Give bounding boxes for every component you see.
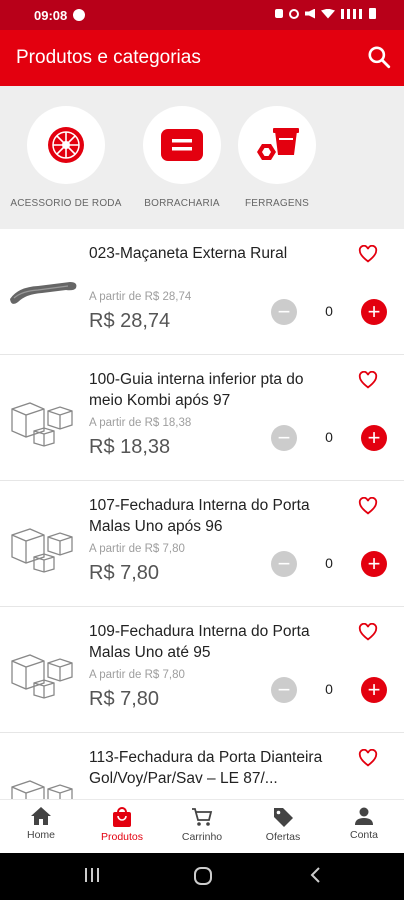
list-item[interactable]: 107-Fechadura Interna do Porta Malas Uno… bbox=[0, 481, 404, 607]
quantity-value: 0 bbox=[325, 303, 333, 319]
plus-button[interactable]: + bbox=[361, 299, 387, 325]
wheel-icon bbox=[48, 127, 84, 163]
quantity-stepper: − 0 + bbox=[271, 551, 387, 577]
product-name: 109-Fechadura Interna do Porta Malas Uno… bbox=[89, 623, 310, 661]
plus-button[interactable]: + bbox=[361, 425, 387, 451]
app-bar: Produtos e categorias bbox=[0, 30, 404, 86]
hardware-icon bbox=[257, 128, 299, 160]
list-item[interactable]: 109-Fechadura Interna do Porta Malas Uno… bbox=[0, 607, 404, 733]
status-bar: 09:08 bbox=[0, 0, 404, 30]
quantity-stepper: − 0 + bbox=[271, 425, 387, 451]
quantity-value: 0 bbox=[325, 555, 333, 571]
nav-produtos[interactable]: Produtos bbox=[92, 806, 152, 843]
notification-icon bbox=[73, 9, 86, 21]
back-icon[interactable] bbox=[306, 865, 326, 885]
product-price: R$ 18,38 bbox=[89, 436, 171, 458]
status-time: 09:08 bbox=[34, 7, 68, 23]
home-nav-icon[interactable] bbox=[192, 865, 214, 887]
nav-label: Conta bbox=[349, 829, 379, 841]
boxes-icon bbox=[11, 528, 73, 573]
product-price: R$ 7,80 bbox=[89, 688, 160, 710]
list-item[interactable]: 100-Guia interna inferior pta do meio Ko… bbox=[0, 355, 404, 481]
cart-icon bbox=[192, 808, 213, 826]
search-icon[interactable] bbox=[366, 44, 392, 70]
home-icon bbox=[31, 807, 51, 825]
heart-icon[interactable] bbox=[358, 623, 378, 641]
category-label: ACESSORIO DE RODA bbox=[10, 198, 122, 209]
battery-icon bbox=[369, 8, 376, 19]
wifi-icon bbox=[321, 8, 335, 19]
list-item[interactable]: 023-Maçaneta Externa Rural A partir de R… bbox=[0, 229, 404, 355]
heart-icon[interactable] bbox=[358, 749, 378, 767]
mute-icon bbox=[305, 8, 315, 19]
product-price: R$ 7,80 bbox=[89, 562, 160, 584]
quantity-stepper: − 0 + bbox=[271, 299, 387, 325]
bottom-nav: Home Produtos Carrinho Ofertas Conta bbox=[0, 799, 404, 854]
tag-icon bbox=[274, 808, 293, 827]
system-nav-bar bbox=[0, 853, 404, 900]
boxes-icon bbox=[11, 780, 73, 799]
alarm-icon bbox=[289, 8, 299, 19]
product-image bbox=[10, 282, 77, 304]
heart-icon[interactable] bbox=[358, 371, 378, 389]
nav-conta[interactable]: Conta bbox=[334, 806, 394, 841]
list-item[interactable]: 113-Fechadura da Porta Dianteira Gol/Voy… bbox=[0, 733, 404, 799]
boxes-icon bbox=[11, 402, 73, 447]
status-icons bbox=[275, 8, 376, 19]
price-from: A partir de R$ 18,38 bbox=[89, 417, 192, 429]
quantity-value: 0 bbox=[325, 429, 333, 445]
minus-button[interactable]: − bbox=[271, 425, 297, 451]
category-acessorio-de-roda[interactable]: ACESSORIO DE RODA bbox=[6, 106, 126, 209]
nav-carrinho[interactable]: Carrinho bbox=[172, 806, 232, 843]
nav-label: Carrinho bbox=[181, 831, 223, 843]
bag-icon bbox=[113, 807, 131, 827]
recent-apps-icon[interactable] bbox=[82, 865, 102, 885]
price-from: A partir de R$ 28,74 bbox=[89, 291, 192, 303]
price-from: A partir de R$ 7,80 bbox=[89, 543, 185, 555]
nav-home[interactable]: Home bbox=[11, 806, 71, 841]
boxes-icon bbox=[11, 654, 73, 699]
quantity-stepper: − 0 + bbox=[271, 677, 387, 703]
minus-button[interactable]: − bbox=[271, 551, 297, 577]
price-from: A partir de R$ 7,80 bbox=[89, 669, 185, 681]
quantity-value: 0 bbox=[325, 681, 333, 697]
product-price: R$ 28,74 bbox=[89, 310, 171, 332]
signal-icon bbox=[341, 8, 363, 19]
heart-icon[interactable] bbox=[358, 245, 378, 263]
category-ferragens[interactable]: FERRAGENS bbox=[217, 106, 337, 209]
nav-label: Home bbox=[26, 829, 55, 841]
person-icon bbox=[355, 807, 373, 825]
product-name: 113-Fechadura da Porta Dianteira Gol/Voy… bbox=[89, 749, 323, 787]
minus-button[interactable]: − bbox=[271, 677, 297, 703]
page-title: Produtos e categorias bbox=[16, 47, 201, 68]
product-list: 023-Maçaneta Externa Rural A partir de R… bbox=[0, 229, 404, 799]
product-name: 023-Maçaneta Externa Rural bbox=[89, 245, 288, 262]
rubber-icon bbox=[161, 129, 203, 161]
lock-icon bbox=[275, 9, 283, 18]
nav-ofertas[interactable]: Ofertas bbox=[253, 806, 313, 843]
product-name: 107-Fechadura Interna do Porta Malas Uno… bbox=[89, 497, 310, 535]
category-label: FERRAGENS bbox=[244, 198, 310, 209]
category-strip: ACESSORIO DE RODA BORRACHARIA FERRAGENS bbox=[0, 86, 404, 229]
heart-icon[interactable] bbox=[358, 497, 378, 515]
nav-label: Ofertas bbox=[265, 831, 301, 843]
plus-button[interactable]: + bbox=[361, 551, 387, 577]
product-name: 100-Guia interna inferior pta do meio Ko… bbox=[89, 371, 304, 409]
plus-button[interactable]: + bbox=[361, 677, 387, 703]
nav-label: Produtos bbox=[100, 831, 144, 843]
minus-button[interactable]: − bbox=[271, 299, 297, 325]
